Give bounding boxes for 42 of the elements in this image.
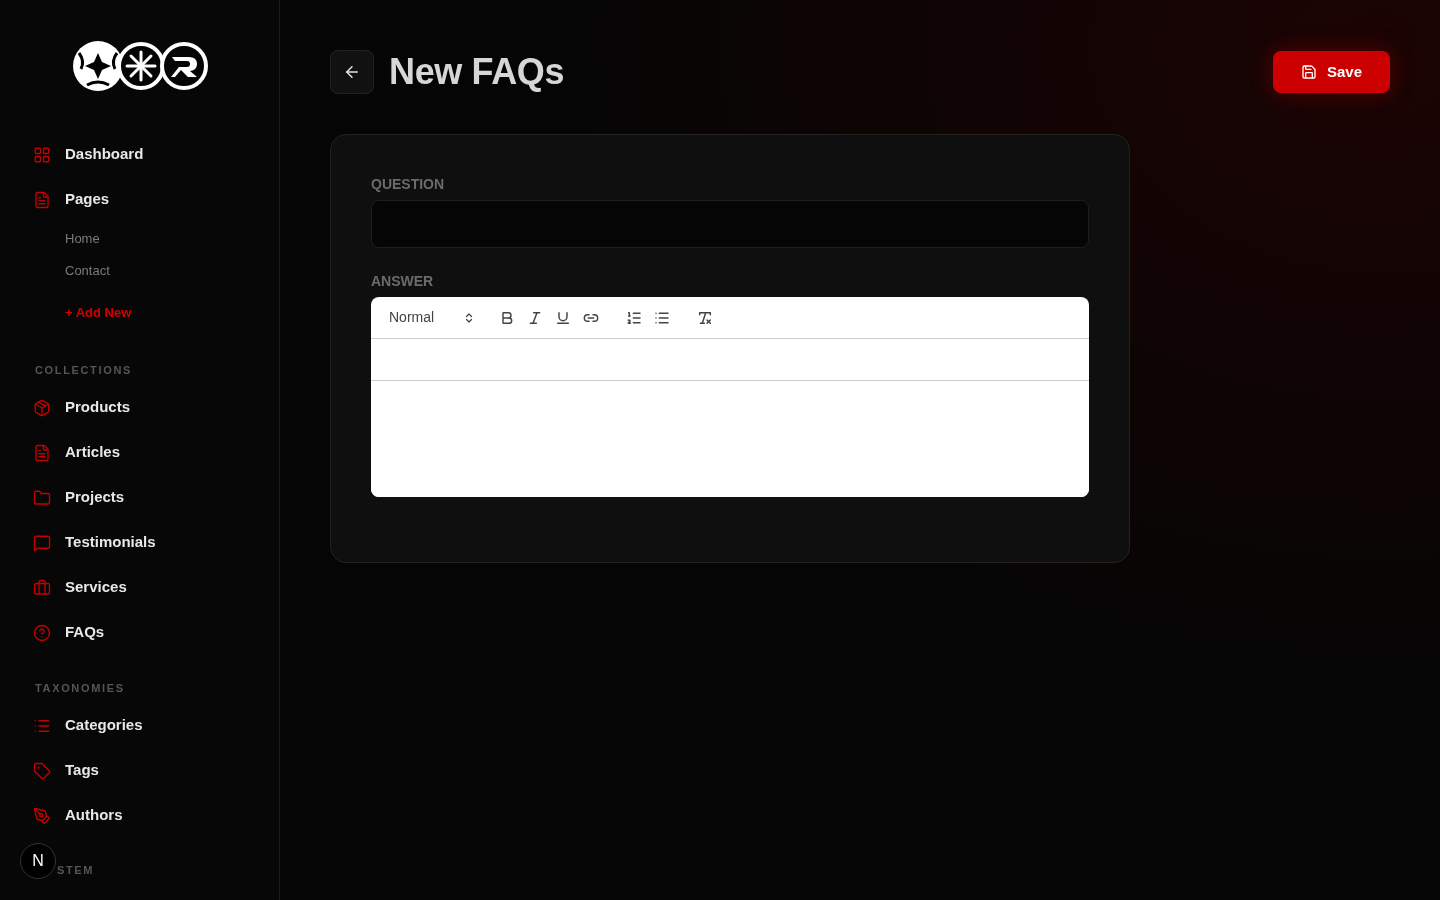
input-field[interactable] <box>371 200 1089 248</box>
bold-icon <box>499 309 515 326</box>
sidebar-item[interactable]: Services <box>0 565 279 610</box>
folder-icon <box>33 488 51 507</box>
sidebar-item[interactable]: Dashboard <box>0 132 279 177</box>
question-circle-icon <box>33 623 51 642</box>
tag-icon <box>33 761 51 780</box>
field-label: QUESTION <box>371 175 446 194</box>
sidebar-subitem[interactable]: Contact <box>0 255 279 287</box>
page-title: New FAQs <box>389 50 565 94</box>
sidebar-item[interactable]: Tags <box>0 748 279 793</box>
corner-badge-button[interactable]: N <box>20 843 56 879</box>
up-down-arrows-icon <box>463 311 475 324</box>
sidebar-item[interactable]: Testimonials <box>0 520 279 565</box>
back-button[interactable] <box>330 50 374 94</box>
speech-bubble-icon <box>33 533 51 552</box>
section-heading: TAXONOMIES <box>35 680 125 696</box>
sidebar-item[interactable]: Authors <box>0 793 279 838</box>
document-icon <box>33 190 51 209</box>
sidebar-item[interactable]: Articles <box>0 430 279 475</box>
sidebar-item[interactable]: Products <box>0 385 279 430</box>
save-button[interactable]: Save <box>1272 51 1390 93</box>
format-dropdown[interactable]: Normal <box>383 307 477 328</box>
briefcase-icon <box>33 578 51 597</box>
pen-nib-icon <box>33 806 51 825</box>
circles-logo-icon <box>71 39 211 93</box>
italic-icon <box>527 309 543 326</box>
sidebar-item[interactable]: Projects <box>0 475 279 520</box>
section-heading: COLLECTIONS <box>35 362 132 378</box>
document-icon <box>33 443 51 462</box>
add-new-link[interactable]: + Add New <box>65 303 132 323</box>
sidebar-item[interactable]: FAQs <box>0 610 279 655</box>
box-icon <box>33 398 51 417</box>
numbered-list-icon <box>626 309 642 326</box>
sidebar-item[interactable]: Categories <box>0 703 279 748</box>
sidebar-item[interactable]: Pages <box>0 177 279 222</box>
clear-format-icon <box>697 309 713 326</box>
sidebar-subitem[interactable]: Home <box>0 223 279 255</box>
grid-icon <box>33 145 51 164</box>
field-label: ANSWER <box>371 272 435 291</box>
section-heading: STEM <box>57 863 95 878</box>
underline-icon <box>555 309 571 326</box>
